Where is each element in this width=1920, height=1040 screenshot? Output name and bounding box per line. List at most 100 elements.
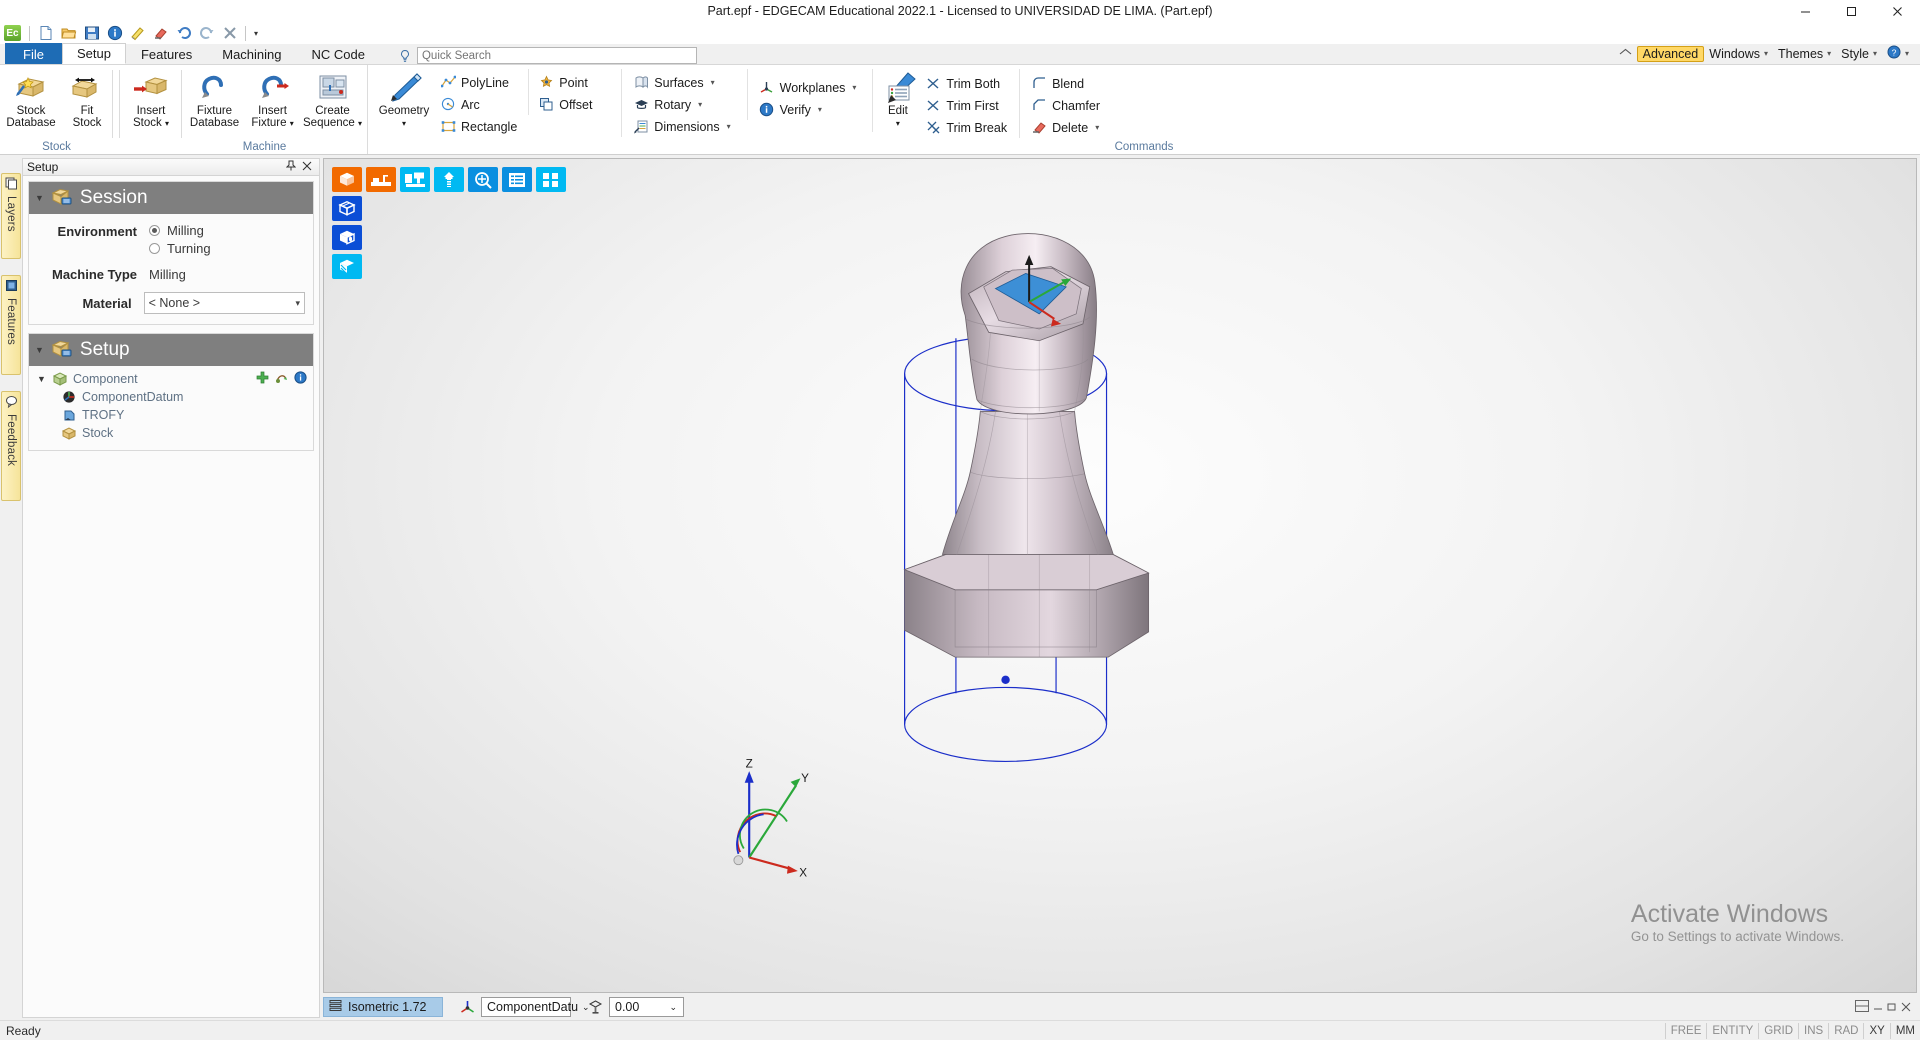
transform-icon[interactable] [275, 371, 288, 387]
save-icon[interactable] [81, 23, 102, 43]
triangle-down-icon[interactable]: ▼ [35, 193, 44, 203]
restore-doc-icon[interactable] [1887, 1000, 1897, 1015]
session-card-header[interactable]: ▼ Session [29, 182, 313, 214]
material-select[interactable]: < None > ▾ [143, 292, 305, 314]
info-blue-icon[interactable] [294, 371, 307, 387]
radio-turning-icon[interactable] [149, 243, 160, 254]
triangle-down-icon-2[interactable]: ▼ [35, 345, 44, 355]
status-cell-grid[interactable]: GRID [1758, 1022, 1798, 1039]
chevron-down-icon-4: ▾ [1904, 49, 1909, 58]
tree-item-actions [256, 371, 307, 387]
status-cell-entity[interactable]: ENTITY [1706, 1022, 1758, 1039]
undo-icon[interactable] [173, 23, 194, 43]
status-cell-xy[interactable]: XY [1863, 1022, 1889, 1039]
maximize-button[interactable] [1828, 0, 1874, 22]
style-menu[interactable]: Style ▾ [1836, 46, 1882, 62]
status-bar-cells: FREE ENTITY GRID INS RAD XY MM [1664, 1022, 1920, 1039]
status-cell-free[interactable]: FREE [1664, 1022, 1707, 1039]
new-document-icon[interactable] [35, 23, 56, 43]
tree-item-component-datum[interactable]: ComponentDatum [37, 388, 307, 406]
tile-windows-icon[interactable] [1855, 999, 1869, 1015]
triangle-down-icon-3[interactable]: ▼ [37, 374, 47, 384]
measure-icon[interactable] [127, 23, 148, 43]
tab-machining[interactable]: Machining [207, 43, 296, 64]
qat-divider-2 [245, 25, 246, 41]
info-icon[interactable] [104, 23, 125, 43]
blend-button[interactable]: Blend [1028, 73, 1106, 94]
status-bar: Ready FREE ENTITY GRID INS RAD XY MM [0, 1020, 1920, 1040]
session-card: ▼ Session Environment Milling Turning Ma… [28, 181, 314, 325]
sidebar-item-features[interactable]: Features [1, 275, 21, 375]
tab-setup[interactable]: Setup [61, 43, 126, 64]
close-doc-icon[interactable] [1901, 1000, 1911, 1015]
minimize-doc-icon[interactable] [1873, 1000, 1883, 1015]
trim-break-button[interactable]: Trim Break [922, 117, 1013, 138]
edit-button[interactable]: Edit ▾ [872, 69, 922, 132]
tree-item-stock[interactable]: Stock [37, 424, 307, 442]
help-menu[interactable]: ? ▾ [1882, 44, 1914, 63]
sidebar-item-feedback-label: Feedback [5, 414, 17, 467]
home-icon[interactable] [1614, 47, 1637, 60]
status-cell-ins[interactable]: INS [1798, 1022, 1828, 1039]
sidebar-item-feedback[interactable]: Feedback [1, 391, 21, 501]
delete-button[interactable]: Delete ▾ [1028, 117, 1106, 138]
windows-menu[interactable]: Windows ▾ [1704, 46, 1773, 62]
tab-nc-code[interactable]: NC Code [297, 43, 380, 64]
sidebar-item-layers[interactable]: Layers [1, 173, 21, 259]
workplanes-button[interactable]: Workplanes ▾ [756, 77, 863, 98]
create-sequence-button[interactable]: Create Sequence ▾ [301, 69, 364, 132]
advanced-button[interactable]: Advanced [1636, 45, 1705, 62]
3d-viewport[interactable]: Z Y X Activate Windows Go to Settings to… [323, 158, 1917, 993]
delete-icon[interactable] [219, 23, 240, 43]
fixture-database-button[interactable]: Fixture Database [185, 69, 244, 131]
insert-fixture-button[interactable]: Insert Fixture ▾ [244, 69, 301, 132]
view-selector[interactable]: Isometric 1.72 [323, 997, 443, 1017]
arc-button[interactable]: Arc [437, 94, 523, 115]
stock-group-label-spacer-2 [123, 140, 179, 154]
eraser-icon[interactable] [150, 23, 171, 43]
level-select[interactable]: 0.00 ⌄ [609, 997, 684, 1017]
point-button[interactable]: Point [535, 72, 613, 93]
close-button[interactable] [1874, 0, 1920, 22]
radio-milling-icon[interactable] [149, 225, 160, 236]
environment-radio-milling[interactable]: Milling [149, 223, 211, 238]
chevron-down-icon-material[interactable]: ▾ [295, 298, 300, 309]
chevron-down-rotary: ▾ [698, 100, 703, 109]
chamfer-label: Chamfer [1052, 98, 1101, 113]
environment-radio-turning[interactable]: Turning [149, 241, 211, 256]
chamfer-button[interactable]: Chamfer [1028, 95, 1106, 116]
rotary-button[interactable]: Rotary ▾ [630, 94, 736, 115]
verify-button[interactable]: Verify ▾ [756, 99, 863, 120]
add-green-plus-icon[interactable] [256, 371, 269, 387]
tab-file[interactable]: File [5, 43, 62, 64]
surfaces-button[interactable]: Surfaces ▾ [630, 72, 736, 93]
trim-first-button[interactable]: Trim First [922, 95, 1013, 116]
fit-stock-label: Fit Stock [72, 105, 102, 129]
chevron-down-icon-level[interactable]: ⌄ [665, 1002, 681, 1013]
point-label: Point [559, 75, 588, 90]
minimize-button[interactable] [1782, 0, 1828, 22]
tab-features[interactable]: Features [126, 43, 207, 64]
pin-icon[interactable] [283, 160, 299, 174]
trim-both-button[interactable]: Trim Both [922, 73, 1013, 94]
polyline-button[interactable]: PolyLine [437, 72, 523, 93]
qat-overflow-caret[interactable]: ▾ [251, 29, 261, 38]
offset-button[interactable]: Offset [535, 94, 613, 115]
status-cell-rad[interactable]: RAD [1828, 1022, 1863, 1039]
workplane-select[interactable]: ComponentDatu ⌄ [481, 997, 590, 1017]
search-input[interactable] [416, 47, 697, 64]
themes-menu[interactable]: Themes ▾ [1773, 46, 1836, 62]
geometry-button[interactable]: Geometry ▾ [371, 69, 437, 132]
insert-stock-button[interactable]: Insert Stock ▾ [123, 69, 179, 132]
dimensions-button[interactable]: Dimensions ▾ [630, 116, 736, 137]
close-icon[interactable] [299, 161, 315, 174]
tree-item-trofy[interactable]: TROFY [37, 406, 307, 424]
rectangle-button[interactable]: Rectangle [437, 116, 523, 137]
fit-stock-button[interactable]: Fit Stock [59, 69, 115, 131]
trim-first-icon [925, 98, 941, 114]
tree-item-component[interactable]: ▼ Component [37, 370, 307, 388]
redo-icon[interactable] [196, 23, 217, 43]
open-folder-icon[interactable] [58, 23, 79, 43]
status-cell-mm[interactable]: MM [1889, 1022, 1920, 1039]
setup-card-header[interactable]: ▼ Setup [29, 334, 313, 366]
